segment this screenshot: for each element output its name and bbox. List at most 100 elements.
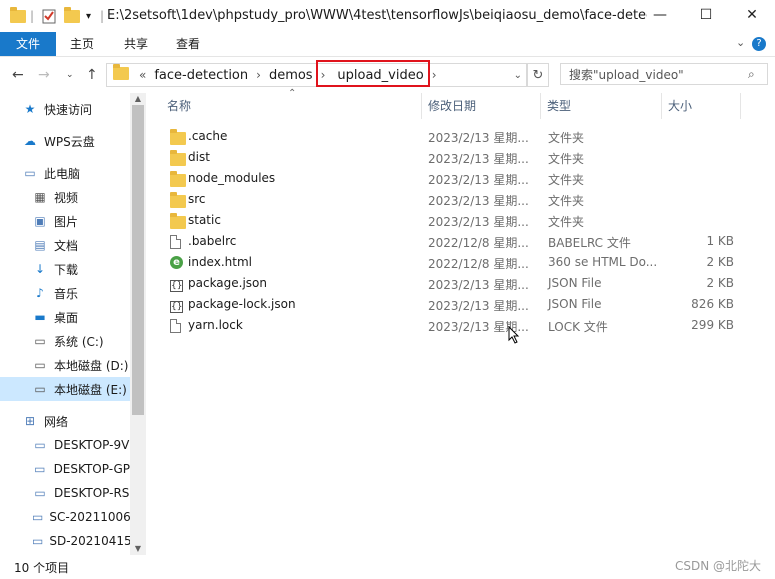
search-input[interactable]: 搜索"upload_video" xyxy=(560,63,768,85)
music-icon: ♪ xyxy=(36,286,44,300)
sidebar-item[interactable]: ▭ DESKTOP-RS xyxy=(0,481,130,505)
sidebar-item[interactable]: ⊞ 网络 xyxy=(0,409,130,433)
breadcrumb-demos[interactable]: demos xyxy=(269,68,313,83)
sidebar-item[interactable]: ▭ 本地磁盘 (D:) xyxy=(0,353,130,377)
tab-view[interactable]: 查看 xyxy=(168,32,208,56)
address-overflow-icon[interactable]: « xyxy=(139,68,146,82)
sidebar-item[interactable]: ★ 快速访问 xyxy=(0,97,130,121)
sidebar-item-label: 网络 xyxy=(44,414,69,429)
close-button[interactable]: ✕ xyxy=(729,0,775,30)
back-arrow-icon[interactable]: ← xyxy=(12,67,24,83)
status-bar: 10 个项目 CSDN @北陀大 xyxy=(0,556,775,579)
sidebar-item[interactable]: ▬ 桌面 xyxy=(0,305,130,329)
table-row[interactable]: {} package-lock.json 2023/2/13 星期... JSON F… xyxy=(162,294,762,315)
sidebar-item[interactable]: ▦ 视频 xyxy=(0,185,130,209)
table-row[interactable]: {} package.json 2023/2/13 星期... JSON File 2 … xyxy=(162,273,762,294)
sidebar-item-label: 视频 xyxy=(54,190,79,205)
scroll-up-icon[interactable]: ▲ xyxy=(130,93,146,105)
sidebar-item[interactable]: ▣ 图片 xyxy=(0,209,130,233)
file-type: LOCK 文件 xyxy=(548,320,608,334)
title-bar: | ▾ | E:\2setsoft\1dev\phpstudy_pro\WWW\… xyxy=(0,0,775,32)
forward-arrow-icon[interactable]: → xyxy=(38,67,50,83)
computer-icon: ▭ xyxy=(32,510,44,524)
sidebar-item[interactable]: ▭ SD-20210415 xyxy=(0,529,130,553)
file-type: 文件夹 xyxy=(548,131,585,145)
file-name: src xyxy=(188,192,206,206)
sidebar-item-label: 本地磁盘 (E:) xyxy=(54,382,127,397)
table-row[interactable]: .cache 2023/2/13 星期... 文件夹 xyxy=(162,126,762,147)
address-dropdown-icon[interactable]: ⌄ xyxy=(514,70,522,81)
column-header-type[interactable]: 类型 xyxy=(547,93,571,119)
chevron-right-icon[interactable]: › xyxy=(432,68,437,82)
file-type: BABELRC 文件 xyxy=(548,236,631,250)
up-arrow-icon[interactable]: ↑ xyxy=(86,67,98,83)
download-icon: ↓ xyxy=(34,262,46,276)
breadcrumb-face-detection[interactable]: face-detection xyxy=(154,68,248,83)
browser-icon: e xyxy=(170,256,183,269)
tab-home[interactable]: 主页 xyxy=(62,32,102,56)
sidebar-item-label: 音乐 xyxy=(54,286,79,301)
sidebar-item[interactable]: ▭ DESKTOP-GP xyxy=(0,457,130,481)
column-header-name[interactable]: 名称 xyxy=(167,93,191,119)
chevron-right-icon[interactable]: › xyxy=(256,68,261,82)
file-date: 2023/2/13 星期... xyxy=(428,278,529,292)
maximize-button[interactable]: ☐ xyxy=(683,0,729,30)
column-header-date[interactable]: 修改日期 xyxy=(428,93,476,119)
document-icon: ▤ xyxy=(34,238,46,252)
tab-share[interactable]: 共享 xyxy=(116,32,156,56)
search-icon[interactable]: ⌕ xyxy=(748,67,755,82)
file-name: yarn.lock xyxy=(188,318,243,332)
drive-icon: ▭ xyxy=(34,358,46,372)
sidebar-item-label: 图片 xyxy=(54,214,79,229)
file-name: static xyxy=(188,213,221,227)
table-row[interactable]: yarn.lock 2023/2/13 星期... LOCK 文件 299 KB xyxy=(162,315,762,336)
sidebar-item[interactable]: ▭ 此电脑 xyxy=(0,161,130,185)
file-name: dist xyxy=(188,150,210,164)
expand-ribbon-icon[interactable]: ⌄ xyxy=(736,36,745,49)
new-folder-icon[interactable] xyxy=(64,6,80,25)
scroll-thumb[interactable] xyxy=(132,105,144,415)
sidebar-item[interactable]: ♪ 音乐 xyxy=(0,281,130,305)
customize-toolbar-icon[interactable]: ▾ xyxy=(86,7,91,25)
sidebar-item-label: 下载 xyxy=(54,262,79,277)
video-icon: ▦ xyxy=(34,190,46,204)
table-row[interactable]: node_modules 2023/2/13 星期... 文件夹 xyxy=(162,168,762,189)
file-type: JSON File xyxy=(548,297,602,311)
file-list: ⌃ 名称 修改日期 类型 大小 .cache 2023/2/13 星期... 文件夹… xyxy=(146,88,775,555)
table-row[interactable]: .babelrc 2022/12/8 星期... BABELRC 文件 1 KB xyxy=(162,231,762,252)
sidebar-item[interactable]: ▤ 文档 xyxy=(0,233,130,257)
column-header-size[interactable]: 大小 xyxy=(668,93,692,119)
drive-icon: ▭ xyxy=(34,382,46,396)
recent-locations-chevron-icon[interactable]: ⌄ xyxy=(66,70,74,80)
sidebar-item[interactable]: ▭ SC-20211006 xyxy=(0,505,130,529)
refresh-button[interactable]: ↻ xyxy=(527,63,549,87)
help-icon[interactable]: ? xyxy=(752,37,766,51)
picture-icon: ▣ xyxy=(34,214,46,228)
sidebar-item[interactable]: ↓ 下载 xyxy=(0,257,130,281)
file-size: 299 KB xyxy=(691,318,734,332)
minimize-button[interactable]: — xyxy=(637,0,683,30)
sidebar-item[interactable]: ▭ 系统 (C:) xyxy=(0,329,130,353)
file-type: 360 se HTML Do... xyxy=(548,255,658,269)
file-icon xyxy=(170,235,181,249)
nav-scrollbar[interactable]: ▲ ▼ xyxy=(130,93,146,555)
file-date: 2023/2/13 星期... xyxy=(428,194,529,208)
sidebar-item-label: 桌面 xyxy=(54,310,79,325)
file-date: 2023/2/13 星期... xyxy=(428,215,529,229)
table-row[interactable]: e index.html 2022/12/8 星期... 360 se HTML Do… xyxy=(162,252,762,273)
scroll-down-icon[interactable]: ▼ xyxy=(130,543,146,555)
sidebar-item[interactable]: ▭ DESKTOP-9V xyxy=(0,433,130,457)
file-size: 2 KB xyxy=(706,276,734,290)
sidebar-item[interactable]: ☁ WPS云盘 xyxy=(0,129,130,153)
window-title: E:\2setsoft\1dev\phpstudy_pro\WWW\4test\… xyxy=(107,8,647,23)
ribbon-tabs: 文件 主页 共享 查看 ⌄ ? xyxy=(0,32,775,57)
sidebar-item[interactable]: ▭ 本地磁盘 (E:) xyxy=(0,377,130,401)
table-row[interactable]: dist 2023/2/13 星期... 文件夹 xyxy=(162,147,762,168)
sidebar-item-label: 系统 (C:) xyxy=(54,334,104,349)
item-count: 10 个项目 xyxy=(14,561,70,575)
table-row[interactable]: static 2023/2/13 星期... 文件夹 xyxy=(162,210,762,231)
network-icon: ⊞ xyxy=(24,414,36,428)
tab-file[interactable]: 文件 xyxy=(0,32,56,56)
properties-icon[interactable] xyxy=(42,7,56,25)
table-row[interactable]: src 2023/2/13 星期... 文件夹 xyxy=(162,189,762,210)
